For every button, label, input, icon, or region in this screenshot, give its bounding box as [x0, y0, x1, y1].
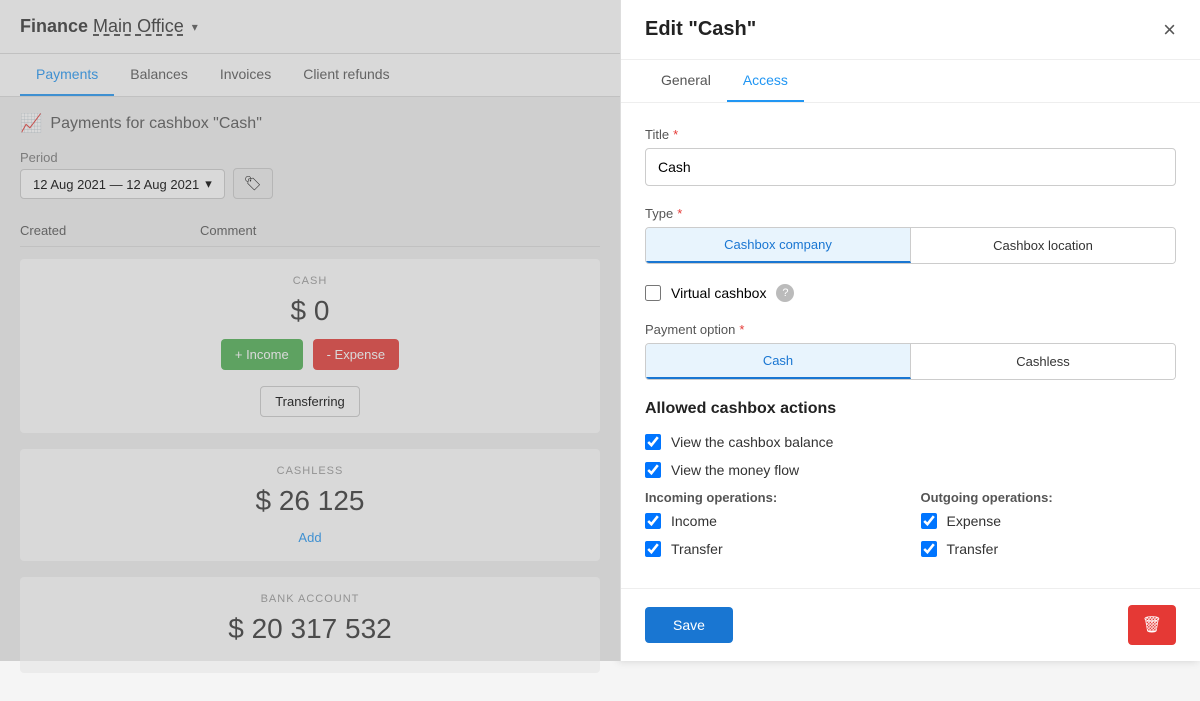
main-tabs: Payments Balances Invoices Client refund…	[0, 54, 620, 97]
title-label: Title *	[645, 127, 1176, 142]
delete-button[interactable]: 🗑	[1128, 605, 1176, 645]
incoming-transfer-checkbox[interactable]	[645, 541, 661, 557]
period-row: Period 12 Aug 2021 — 12 Aug 2021 ▾ 🏷	[20, 150, 600, 199]
type-label: Type *	[645, 206, 1176, 221]
incoming-income-label: Income	[671, 513, 717, 529]
virtual-cashbox-checkbox[interactable]	[645, 285, 661, 301]
left-panel: Finance Main Office ▾ Payments Balances …	[0, 0, 620, 661]
select-arrow: ▾	[205, 176, 212, 192]
incoming-transfer-label: Transfer	[671, 541, 723, 557]
tab-payments[interactable]: Payments	[20, 54, 114, 96]
incoming-income: Income	[645, 513, 901, 529]
period-select[interactable]: 12 Aug 2021 — 12 Aug 2021 ▾	[20, 169, 225, 199]
col-comment: Comment	[200, 223, 400, 238]
tab-access[interactable]: Access	[727, 60, 804, 102]
tag-icon[interactable]: 🏷	[233, 168, 273, 199]
period-label: Period	[20, 150, 225, 165]
save-button[interactable]: Save	[645, 607, 733, 643]
app-header: Finance Main Office ▾	[0, 0, 620, 54]
edit-modal: Edit "Cash" × General Access Title * Typ…	[620, 0, 1200, 661]
outgoing-expense-label: Expense	[947, 513, 1001, 529]
outgoing-header: Outgoing operations:	[921, 490, 1177, 505]
outgoing-expense-checkbox[interactable]	[921, 513, 937, 529]
bank-amount: $ 20 317 532	[36, 613, 584, 645]
incoming-header: Incoming operations:	[645, 490, 901, 505]
virtual-cashbox-row: Virtual cashbox ?	[645, 284, 1176, 302]
table-header: Created Comment	[20, 215, 600, 247]
incoming-income-checkbox[interactable]	[645, 513, 661, 529]
cash-label: CASH	[36, 275, 584, 287]
cashless-label: CASHLESS	[36, 465, 584, 477]
add-link[interactable]: Add	[298, 530, 321, 545]
tab-invoices[interactable]: Invoices	[204, 54, 287, 96]
tab-client-refunds[interactable]: Client refunds	[287, 54, 405, 96]
outgoing-transfer: Transfer	[921, 541, 1177, 557]
modal-title: Edit "Cash"	[645, 18, 756, 41]
modal-tabs: General Access	[621, 60, 1200, 103]
view-money-flow-label: View the money flow	[671, 462, 799, 478]
payment-option-button-group: Cash Cashless	[645, 343, 1176, 380]
income-button[interactable]: + Income	[221, 339, 303, 370]
action-view-money-flow: View the money flow	[645, 462, 1176, 478]
cashbox-cashless-card: CASHLESS $ 26 125 Add	[20, 449, 600, 561]
payment-cash[interactable]: Cash	[646, 344, 911, 379]
payments-title: 📈 Payments for cashbox "Cash"	[20, 113, 600, 134]
incoming-column: Incoming operations: Income Transfer	[645, 490, 901, 569]
type-cashbox-company[interactable]: Cashbox company	[646, 228, 911, 263]
view-balance-label: View the cashbox balance	[671, 434, 833, 450]
delete-icon: 🗑	[1142, 617, 1162, 634]
help-icon[interactable]: ?	[776, 284, 794, 302]
payment-option-label: Payment option *	[645, 322, 1176, 337]
close-button[interactable]: ×	[1163, 19, 1176, 41]
title-required: *	[673, 127, 678, 142]
cash-actions: + Income - Expense	[36, 339, 584, 370]
type-field-group: Type * Cashbox company Cashbox location	[645, 206, 1176, 264]
office-dropdown-arrow[interactable]: ▾	[192, 20, 198, 34]
tab-balances[interactable]: Balances	[114, 54, 204, 96]
title-input[interactable]	[645, 148, 1176, 186]
virtual-cashbox-label: Virtual cashbox	[671, 285, 766, 301]
action-view-balance: View the cashbox balance	[645, 434, 1176, 450]
expense-button[interactable]: - Expense	[313, 339, 400, 370]
payments-section: 📈 Payments for cashbox "Cash" Period 12 …	[0, 97, 620, 247]
modal-footer: Save 🗑	[621, 588, 1200, 661]
modal-header: Edit "Cash" ×	[621, 0, 1200, 60]
view-money-flow-checkbox[interactable]	[645, 462, 661, 478]
period-wrapper: Period 12 Aug 2021 — 12 Aug 2021 ▾	[20, 150, 225, 199]
tab-general[interactable]: General	[645, 60, 727, 102]
payment-option-required: *	[739, 322, 744, 337]
col-created: Created	[20, 223, 200, 238]
bank-label: BANK ACCOUNT	[36, 593, 584, 605]
operations-grid: Incoming operations: Income Transfer Out…	[645, 490, 1176, 569]
cashbox-bank-card: BANK ACCOUNT $ 20 317 532	[20, 577, 600, 673]
payment-option-group: Payment option * Cash Cashless	[645, 322, 1176, 380]
outgoing-expense: Expense	[921, 513, 1177, 529]
type-cashbox-location[interactable]: Cashbox location	[911, 228, 1175, 263]
outgoing-column: Outgoing operations: Expense Transfer	[921, 490, 1177, 569]
title-field-group: Title *	[645, 127, 1176, 186]
allowed-actions-title: Allowed cashbox actions	[645, 400, 1176, 418]
transfer-button[interactable]: Transferring	[260, 386, 360, 417]
type-button-group: Cashbox company Cashbox location	[645, 227, 1176, 264]
outgoing-transfer-checkbox[interactable]	[921, 541, 937, 557]
incoming-transfer: Transfer	[645, 541, 901, 557]
modal-body: Title * Type * Cashbox company Cashbox l…	[621, 103, 1200, 588]
cashbox-cards: CASH $ 0 + Income - Expense Transferring…	[0, 247, 620, 701]
cashless-amount: $ 26 125	[36, 485, 584, 517]
view-balance-checkbox[interactable]	[645, 434, 661, 450]
payment-cashless[interactable]: Cashless	[911, 344, 1175, 379]
cashbox-cash-card: CASH $ 0 + Income - Expense Transferring	[20, 259, 600, 433]
cash-amount: $ 0	[36, 295, 584, 327]
outgoing-transfer-label: Transfer	[947, 541, 999, 557]
chart-icon: 📈	[20, 113, 42, 134]
type-required: *	[677, 206, 682, 221]
app-title: Finance Main Office	[20, 16, 184, 37]
